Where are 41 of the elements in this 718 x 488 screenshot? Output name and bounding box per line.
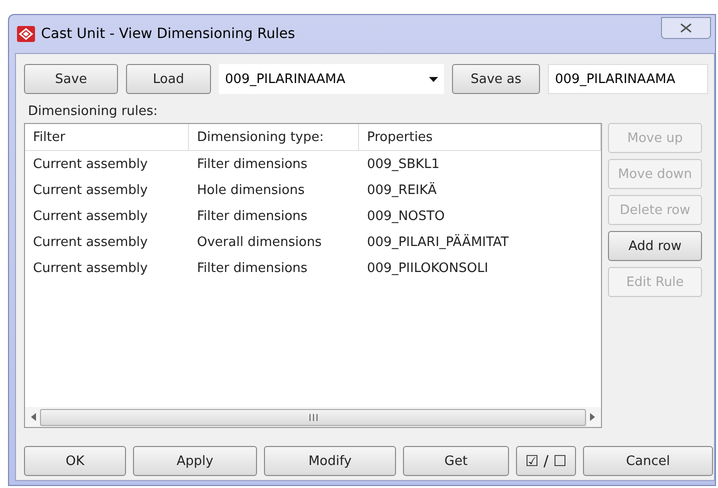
scroll-left-icon — [31, 413, 36, 421]
section-label: Dimensioning rules: — [28, 104, 159, 119]
save-as-name-field[interactable]: 009_PILARINAAMA — [548, 64, 708, 94]
toggle-all-button[interactable]: ☑ / ☐ — [516, 446, 576, 476]
table-cell-text: Hole dimensions — [196, 182, 306, 200]
close-icon — [680, 23, 692, 33]
app-logo-icon — [17, 26, 35, 42]
save-button[interactable]: Save — [24, 64, 118, 94]
table-cell-text: Filter dimensions — [196, 156, 308, 174]
scrollbar-thumb[interactable] — [40, 408, 586, 426]
table-cell-text: 009_REIKÄ — [366, 181, 438, 200]
table-cell-text: 009_PIILOKONSOLI — [366, 260, 490, 278]
table-cell-text: Current assembly — [32, 156, 149, 174]
load-button[interactable]: Load — [126, 64, 211, 94]
column-header[interactable]: Dimensioning type: — [189, 124, 359, 151]
table-cell-text: 009_NOSTO — [366, 208, 446, 226]
table-cell-text: 009_PILARI_PÄÄMITAT — [366, 233, 510, 252]
window-title: Cast Unit - View Dimensioning Rules — [41, 26, 296, 42]
scroll-right-icon — [590, 413, 595, 421]
grip-icon — [308, 414, 318, 420]
table-cell-text: Current assembly — [32, 208, 149, 226]
preset-dropdown[interactable]: 009_PILARINAAMA — [219, 64, 444, 94]
column-header[interactable]: Properties — [359, 124, 601, 151]
save-as-button[interactable]: Save as — [452, 64, 540, 94]
side-button[interactable]: Add row — [608, 231, 702, 261]
horizontal-scrollbar[interactable] — [25, 407, 601, 427]
table-cell-text: Filter dimensions — [196, 260, 308, 278]
table-cell-text: 009_SBKL1 — [366, 156, 441, 174]
table-cell-text: Current assembly — [32, 260, 149, 278]
table-cell-text: Filter dimensions — [196, 208, 308, 226]
dialog-button[interactable]: Modify — [264, 446, 396, 476]
dialog-button[interactable]: Apply — [133, 446, 257, 476]
table-cell-text: Current assembly — [32, 234, 149, 252]
dialog-button[interactable]: OK — [24, 446, 126, 476]
dropdown-arrow-icon — [429, 76, 438, 82]
column-header[interactable]: Filter — [25, 124, 189, 151]
table-cell-text: Overall dimensions — [196, 234, 323, 252]
table-cell-text: Current assembly — [32, 182, 149, 200]
close-button[interactable] — [661, 17, 711, 39]
dialog-button[interactable]: Get — [403, 446, 509, 476]
dialog-button[interactable]: Cancel — [583, 446, 713, 476]
